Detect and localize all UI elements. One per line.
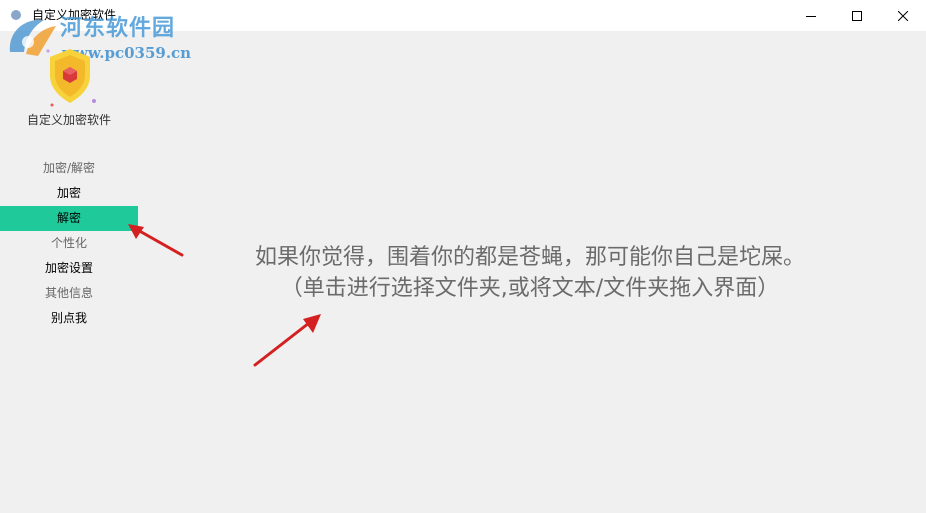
sidebar-item-dont-click[interactable]: 别点我	[0, 306, 138, 331]
sidebar-menu: 加密/解密 加密 解密 个性化 加密设置 其他信息 别点我	[0, 156, 138, 331]
annotation-arrow-content	[253, 314, 321, 367]
close-button[interactable]	[880, 0, 926, 31]
instruction-text[interactable]: （单击进行选择文件夹,或将文本/文件夹拖入界面）	[150, 274, 910, 304]
quote-text[interactable]: 如果你觉得，围着你的都是苍蝇，那可能你自己是坨屎。	[150, 243, 910, 273]
sidebar-item-encrypt[interactable]: 加密	[0, 181, 138, 206]
maximize-icon	[852, 10, 862, 21]
annotation-arrow-sidebar	[128, 224, 184, 257]
shield-logo-icon	[46, 49, 96, 107]
close-icon	[898, 10, 908, 21]
sidebar-item-encrypt-settings[interactable]: 加密设置	[0, 256, 138, 281]
sidebar-section-personalize: 个性化	[50, 236, 87, 250]
app-name: 自定义加密软件	[26, 113, 111, 127]
maximize-button[interactable]	[834, 0, 880, 31]
sidebar-section-other-info: 其他信息	[44, 286, 93, 300]
sidebar-item-decrypt[interactable]: 解密	[0, 206, 138, 231]
sidebar-section-encrypt-decrypt: 加密/解密	[42, 161, 96, 175]
minimize-icon	[806, 15, 816, 17]
minimize-button[interactable]	[788, 0, 834, 31]
sidebar: 自定义加密软件 加密/解密 加密 解密 个性化 加密设置 其他信息 别点我	[0, 31, 138, 513]
